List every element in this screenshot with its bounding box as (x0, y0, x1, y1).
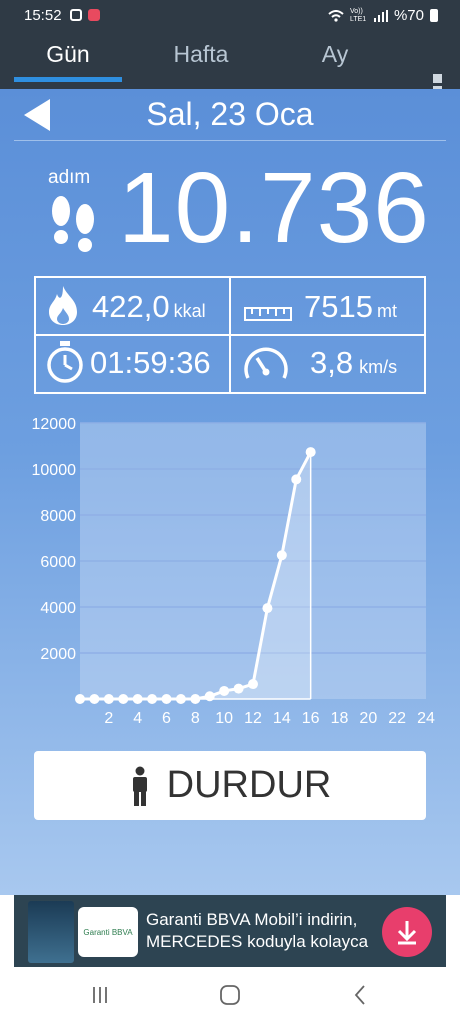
steps-chart: 200040006000800010000120002 4 6 8 10 12 14 16 18… (32, 416, 436, 727)
divider (14, 140, 446, 141)
data-point (132, 694, 143, 704)
stats-grid: 422,0 kkal 7515 mt 01:59:36 3,8 km/s (34, 276, 426, 394)
x-tick-label: 2 (104, 710, 113, 727)
y-tick-label: 8000 (40, 508, 76, 525)
data-point (190, 694, 201, 704)
y-tick-label: 2000 (40, 646, 76, 663)
x-tick-label: 10 (215, 710, 233, 727)
data-point (262, 603, 273, 614)
ad-text[interactable]: Garanti BBVA Mobil’i indirin, MERCEDES k… (146, 909, 382, 953)
x-tick-label: 18 (331, 710, 349, 727)
step-count: 10.736 (118, 152, 430, 264)
duration-value: 01:59:36 (90, 345, 211, 380)
ad-logo: Garanti BBVA (78, 907, 138, 957)
tab-month[interactable]: Ay (290, 32, 380, 89)
data-point (89, 694, 100, 704)
y-tick-label: 4000 (40, 600, 76, 617)
status-time: 15:52 (24, 7, 62, 24)
data-point (147, 694, 158, 704)
data-point (219, 685, 230, 696)
calories-stat: 422,0 kkal (92, 289, 206, 325)
data-point (305, 447, 316, 458)
footprints-icon (52, 196, 94, 252)
data-point (75, 694, 85, 704)
recent-apps-icon[interactable] (90, 985, 110, 1005)
signal-icon (373, 9, 388, 22)
system-nav-bar (0, 969, 460, 1024)
duration-stat: 01:59:36 (90, 345, 211, 381)
distance-unit: mt (376, 301, 397, 321)
data-point (248, 679, 258, 690)
calories-value: 422,0 (92, 289, 170, 324)
home-icon[interactable] (219, 984, 241, 1006)
ad-download-button[interactable] (382, 907, 432, 957)
x-tick-label: 16 (302, 710, 320, 727)
x-tick-label: 8 (191, 710, 200, 727)
data-point (103, 694, 114, 704)
ad-container[interactable]: Garanti BBVA Garanti BBVA Mobil’i indiri… (14, 895, 446, 967)
ruler-icon (244, 307, 292, 321)
date-row: Sal, 23 Oca (0, 89, 460, 141)
data-point (175, 694, 186, 704)
speed-value: 3,8 (310, 345, 354, 380)
speed-unit: km/s (359, 357, 398, 377)
data-point (161, 694, 172, 704)
tab-week[interactable]: Hafta (146, 32, 256, 89)
ad-image (28, 901, 74, 963)
data-point (276, 550, 287, 561)
ad-line-1: Garanti BBVA Mobil’i indirin, (146, 910, 358, 929)
x-tick-label: 6 (162, 710, 171, 727)
status-bar: 15:52 Vo)) LTE1 %70 (0, 0, 460, 32)
data-point (233, 683, 244, 694)
x-tick-label: 12 (244, 710, 262, 727)
stop-button-label: DURDUR (166, 764, 332, 806)
back-nav-icon[interactable] (352, 984, 368, 1006)
distance-stat: 7515 mt (304, 289, 397, 325)
main-content: Sal, 23 Oca adım 10.736 422,0 kkal 7515 … (0, 89, 460, 895)
tab-indicator (14, 77, 122, 82)
battery-icon (430, 9, 438, 22)
calories-unit: kkal (173, 301, 206, 321)
y-tick-label: 6000 (40, 554, 76, 571)
settings-notification-icon (70, 9, 82, 21)
data-point (118, 694, 129, 704)
distance-value: 7515 (304, 289, 373, 324)
x-tick-label: 4 (133, 710, 142, 727)
stopwatch-icon (47, 341, 83, 383)
stats-divider-h (36, 334, 424, 336)
network-label: Vo)) LTE1 (349, 7, 367, 23)
ad-line-2: MERCEDES koduyla kolayca (146, 932, 369, 951)
app-notification-icon (88, 9, 100, 21)
x-tick-label: 24 (417, 710, 435, 727)
battery-percent: %70 (393, 7, 424, 24)
stop-button[interactable]: DURDUR (34, 751, 426, 820)
steps-label: adım (48, 167, 91, 188)
flame-icon (49, 286, 77, 325)
data-point (291, 474, 302, 485)
speedometer-icon (244, 347, 288, 379)
x-tick-label: 14 (273, 710, 291, 727)
status-right: Vo)) LTE1 %70 (328, 7, 438, 24)
y-tick-label: 12000 (32, 416, 77, 433)
person-icon (132, 766, 147, 806)
x-tick-label: 22 (388, 710, 406, 727)
date-title: Sal, 23 Oca (146, 96, 314, 132)
y-tick-label: 10000 (32, 462, 77, 479)
wifi-icon (328, 9, 344, 22)
data-point (204, 691, 215, 702)
x-tick-label: 20 (359, 710, 377, 727)
ad-banner[interactable]: Garanti BBVA Garanti BBVA Mobil’i indiri… (0, 895, 460, 969)
notification-icons (70, 9, 100, 21)
speed-stat: 3,8 km/s (310, 345, 397, 381)
download-icon (397, 921, 417, 945)
